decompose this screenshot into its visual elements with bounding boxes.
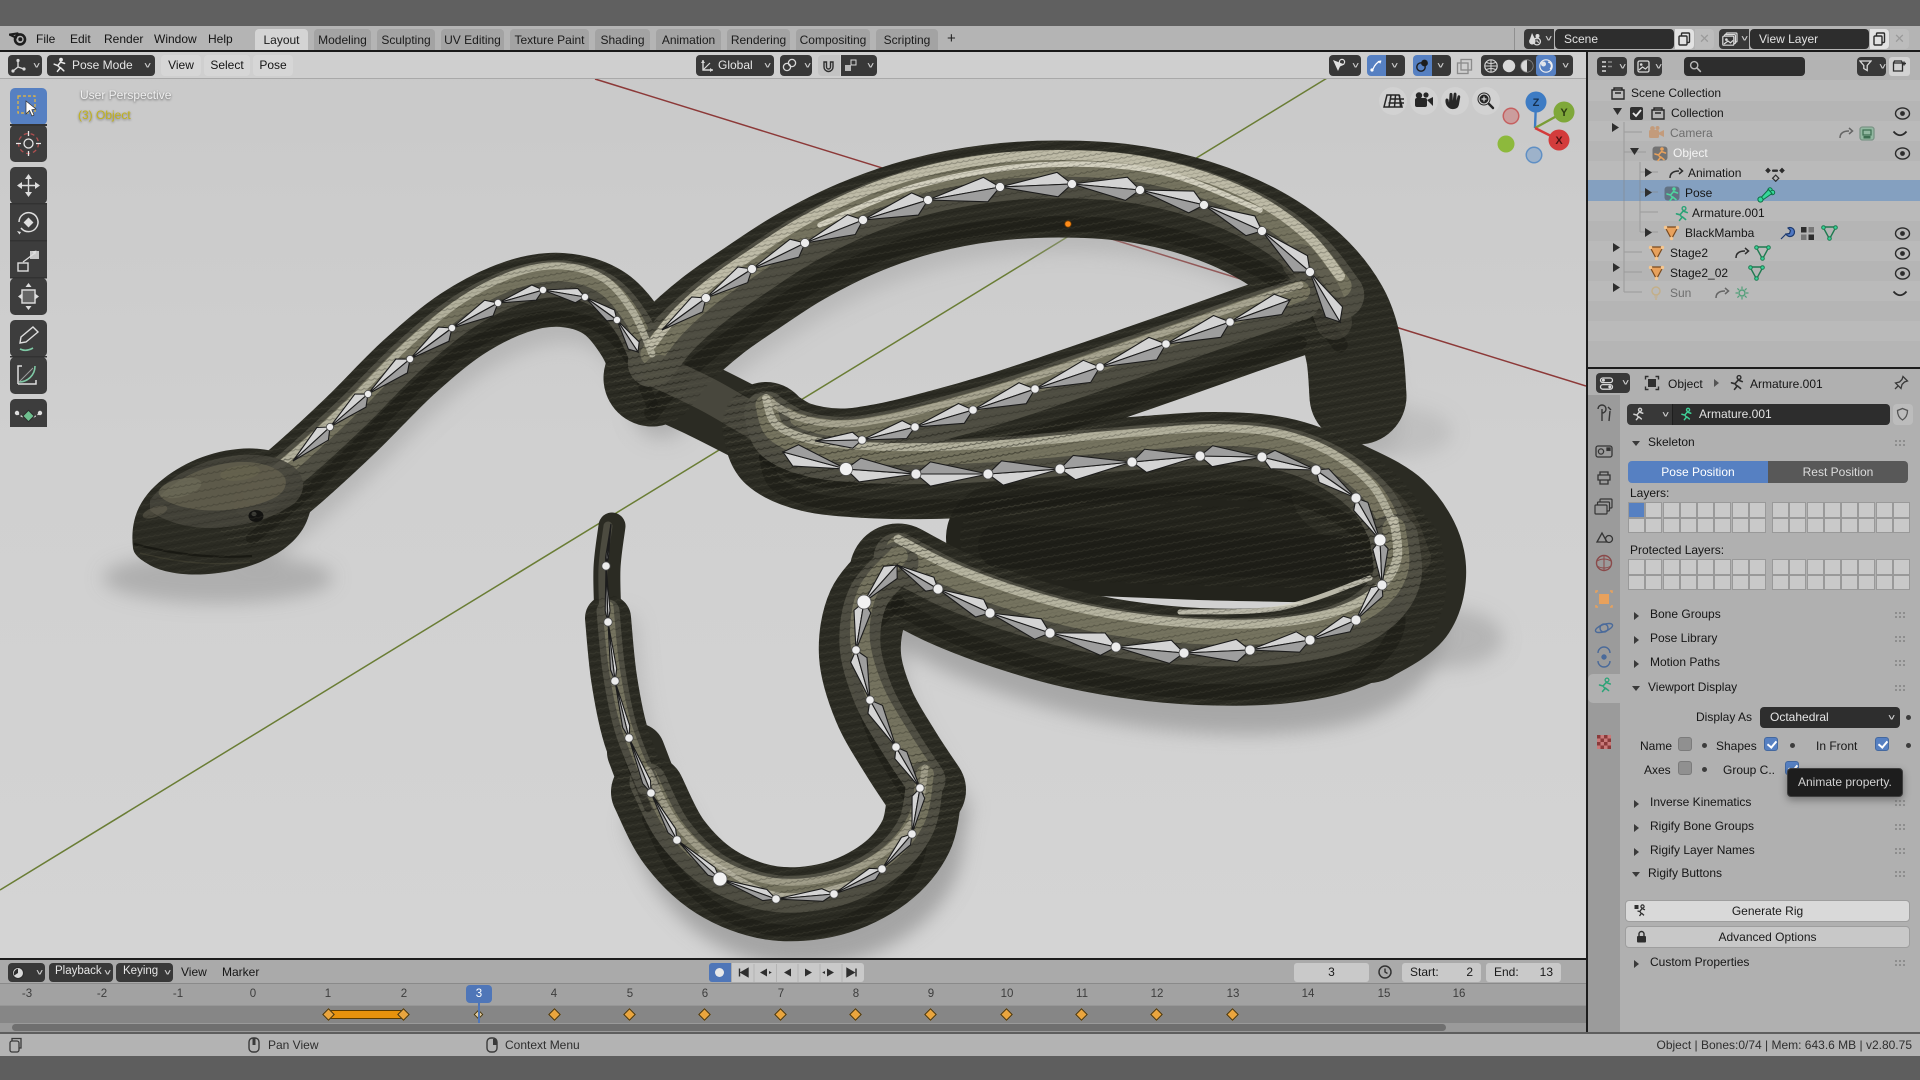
svg-text:X: X <box>1555 135 1563 147</box>
svg-text:Z: Z <box>1533 97 1540 109</box>
svg-text:Y: Y <box>1560 107 1568 119</box>
